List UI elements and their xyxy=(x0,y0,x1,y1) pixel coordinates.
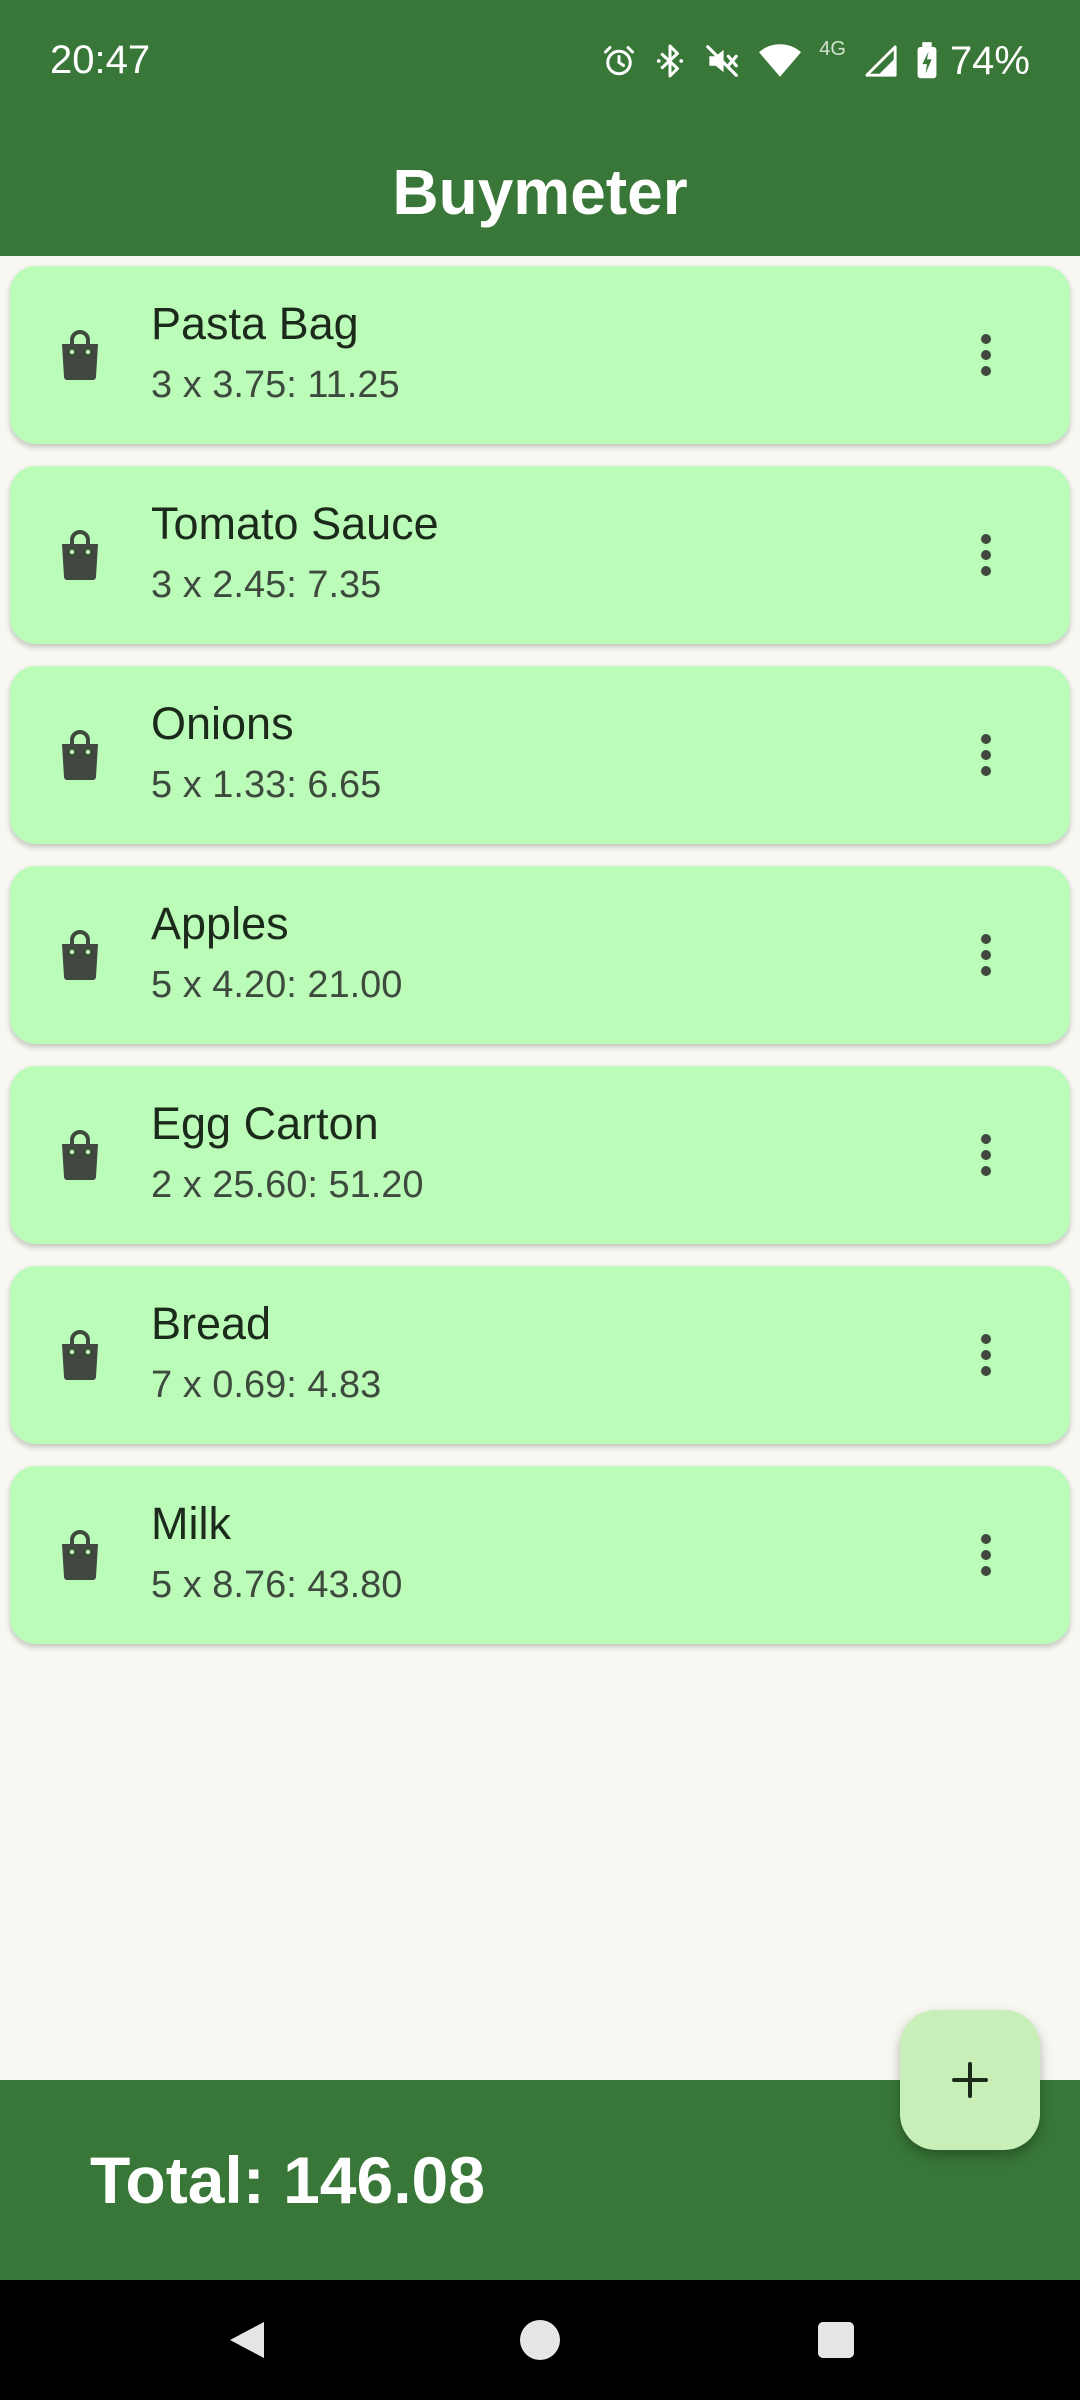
battery-charging-icon xyxy=(917,42,937,79)
signal-icon xyxy=(865,45,897,77)
recents-icon[interactable] xyxy=(814,2318,858,2362)
list-item[interactable]: Bread 7 x 0.69: 4.83 xyxy=(10,1266,1070,1444)
item-name: Bread xyxy=(151,1298,272,1349)
app-title: Buymeter xyxy=(392,156,688,228)
more-options-icon[interactable] xyxy=(976,930,996,980)
item-detail: 3 x 3.75: 11.25 xyxy=(151,364,400,406)
item-name: Egg Carton xyxy=(151,1098,379,1149)
shopping-bag-icon xyxy=(62,1130,98,1180)
navigation-bar xyxy=(0,2280,1080,2400)
item-detail: 5 x 4.20: 21.00 xyxy=(151,964,403,1006)
shopping-bag-icon xyxy=(62,930,98,980)
status-bar: 20:47 4G 74% xyxy=(0,0,1080,128)
item-name: Onions xyxy=(151,698,294,749)
more-options-icon[interactable] xyxy=(976,1530,996,1580)
list-item[interactable]: Milk 5 x 8.76: 43.80 xyxy=(10,1466,1070,1644)
item-detail: 2 x 25.60: 51.20 xyxy=(151,1164,424,1206)
more-options-icon[interactable] xyxy=(976,730,996,780)
item-name: Apples xyxy=(151,898,289,949)
mute-icon xyxy=(706,45,739,77)
alarm-icon xyxy=(604,46,635,76)
list-item[interactable]: Apples 5 x 4.20: 21.00 xyxy=(10,866,1070,1044)
shopping-bag-icon xyxy=(62,330,98,380)
list-item[interactable]: Egg Carton 2 x 25.60: 51.20 xyxy=(10,1066,1070,1244)
back-icon[interactable] xyxy=(224,2318,268,2362)
item-detail: 5 x 8.76: 43.80 xyxy=(151,1564,403,1606)
status-time: 20:47 xyxy=(50,38,151,82)
plus-icon xyxy=(952,2062,988,2098)
add-item-button[interactable] xyxy=(900,2010,1040,2150)
more-options-icon[interactable] xyxy=(976,1330,996,1380)
total-label: Total: 146.08 xyxy=(90,2143,485,2217)
status-icons: 4G 74% xyxy=(601,36,1030,86)
item-name: Pasta Bag xyxy=(151,298,359,349)
bluetooth-icon xyxy=(657,44,684,78)
item-detail: 7 x 0.69: 4.83 xyxy=(151,1364,382,1406)
list-item[interactable]: Tomato Sauce 3 x 2.45: 7.35 xyxy=(10,466,1070,644)
item-detail: 5 x 1.33: 6.65 xyxy=(151,764,382,806)
shopping-bag-icon xyxy=(62,1330,98,1380)
more-options-icon[interactable] xyxy=(976,330,996,380)
item-name: Milk xyxy=(151,1498,231,1549)
more-options-icon[interactable] xyxy=(976,1130,996,1180)
battery-percentage: 74% xyxy=(949,38,1030,83)
list-item[interactable]: Onions 5 x 1.33: 6.65 xyxy=(10,666,1070,844)
shopping-bag-icon xyxy=(62,530,98,580)
app-bar: Buymeter xyxy=(0,128,1080,256)
item-detail: 3 x 2.45: 7.35 xyxy=(151,564,382,606)
wifi-icon xyxy=(759,44,802,77)
more-options-icon[interactable] xyxy=(976,530,996,580)
list-item[interactable]: Pasta Bag 3 x 3.75: 11.25 xyxy=(10,266,1070,444)
shopping-bag-icon xyxy=(62,730,98,780)
4g-icon: 4G xyxy=(819,38,846,60)
shopping-bag-icon xyxy=(62,1530,98,1580)
item-name: Tomato Sauce xyxy=(151,498,439,549)
home-icon[interactable] xyxy=(518,2318,562,2362)
